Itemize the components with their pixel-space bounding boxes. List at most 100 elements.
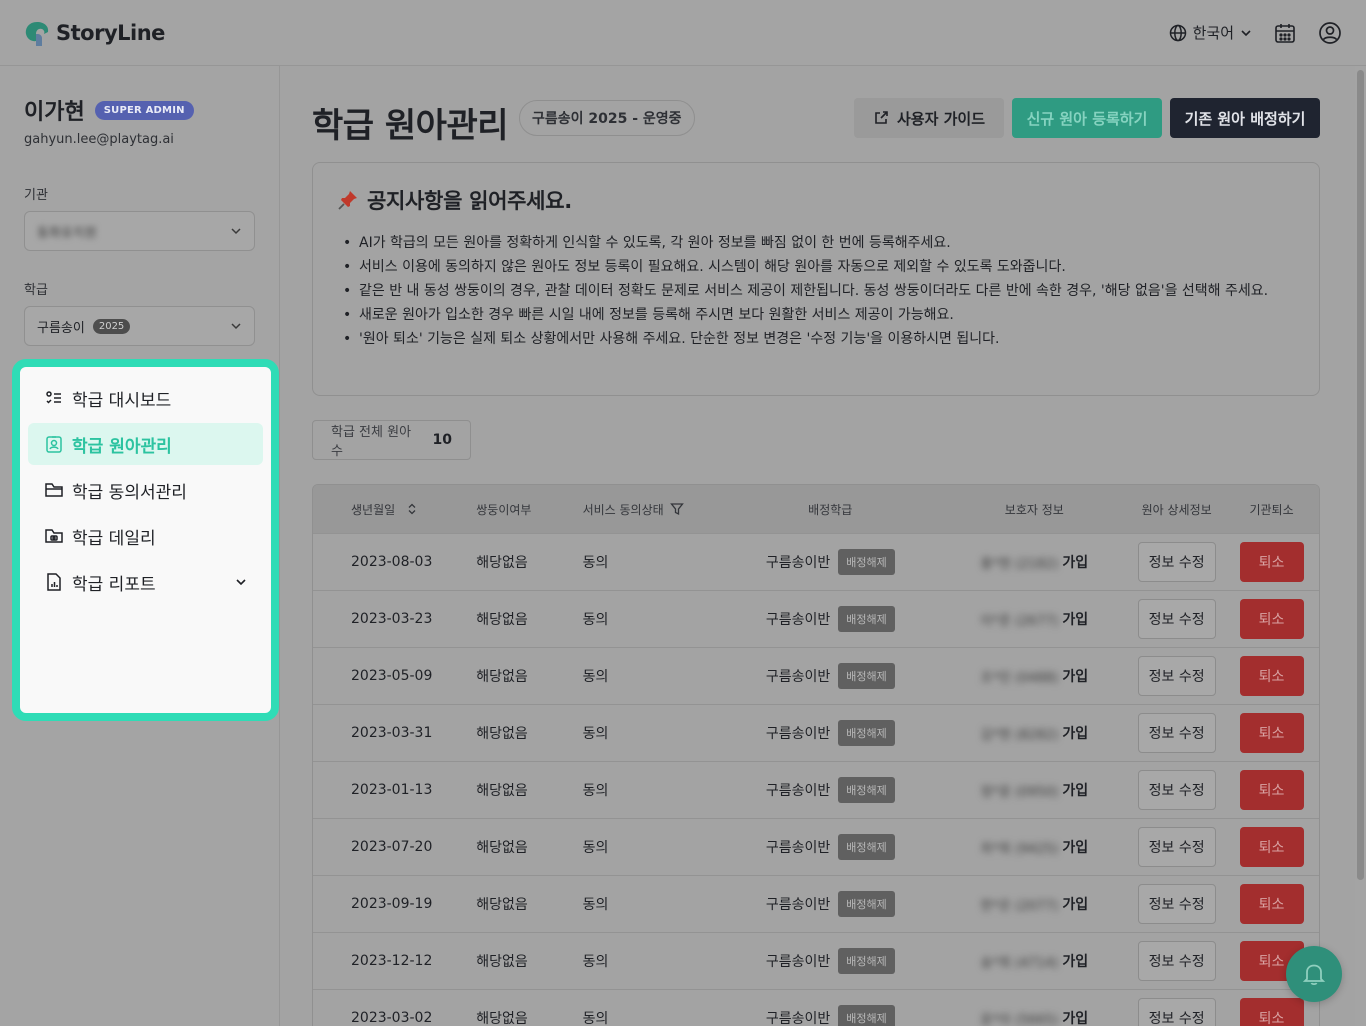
consent-status: 동의 [582, 897, 609, 913]
table-row: 2023-01-13 해당없음 동의 구름송이반 배정해제 정*윤 (0950) 가입 정보 … [313, 761, 1319, 818]
unassign-button[interactable]: 배정해제 [838, 606, 895, 632]
calendar-icon[interactable] [1274, 22, 1296, 44]
unassign-button[interactable]: 배정해제 [838, 1005, 895, 1026]
birth-date-value: 2023-03-31 [351, 725, 433, 741]
header-consent-label: 서비스 동의상태 [582, 502, 664, 517]
unassign-button[interactable]: 배정해제 [838, 663, 895, 689]
notice-title: 공지사항을 읽어주세요. [337, 185, 1295, 215]
edit-info-button[interactable]: 정보 수정 [1137, 827, 1216, 867]
header-birth-label: 생년월일 [351, 502, 396, 517]
withdraw-cell: 퇴소 [1224, 713, 1319, 753]
edit-info-button[interactable]: 정보 수정 [1137, 599, 1216, 639]
filter-icon[interactable] [669, 502, 684, 516]
role-badge: SUPER ADMIN [94, 100, 194, 120]
chevron-down-icon[interactable] [235, 576, 247, 588]
notice-title-text: 공지사항을 읽어주세요. [367, 189, 572, 213]
withdraw-cell: 퇴소 [1224, 884, 1319, 924]
logo[interactable]: StoryLine [24, 20, 165, 46]
register-new-child-button[interactable]: 신규 원아 등록하기 [1012, 98, 1162, 138]
table-row: 2023-12-12 해당없음 동의 구름송이반 배정해제 송*희 (4714) 가입 정보 … [313, 932, 1319, 989]
assigned-class-name: 구름송이반 [765, 555, 831, 571]
unassign-button[interactable]: 배정해제 [838, 777, 895, 803]
top-header: StoryLine 한국어 [0, 0, 1366, 66]
consent-status: 동의 [582, 726, 609, 742]
twin-status: 해당없음 [476, 612, 528, 628]
language-selector[interactable]: 한국어 [1169, 22, 1252, 43]
report-icon [44, 572, 64, 592]
detail-cell: 정보 수정 [1129, 542, 1224, 582]
header-twin: 쌍둥이여부 [476, 502, 532, 517]
guardian-join-status: 가입 [1062, 783, 1089, 799]
birth-date: 2023-07-20 [313, 839, 476, 855]
nav-item-dashboard[interactable]: 학급 대시보드 [28, 377, 263, 419]
bell-icon [1301, 961, 1327, 987]
consent-status: 동의 [582, 669, 609, 685]
twin-status: 해당없음 [476, 840, 528, 856]
withdraw-button[interactable]: 퇴소 [1239, 998, 1304, 1026]
unassign-button[interactable]: 배정해제 [838, 720, 895, 746]
birth-date: 2023-12-12 [313, 953, 476, 969]
unassign-button[interactable]: 배정해제 [838, 834, 895, 860]
user-name: 이가현 [24, 100, 85, 125]
table-row: 2023-09-19 해당없음 동의 구름송이반 배정해제 한*은 (2077) 가입 정보 … [313, 875, 1319, 932]
withdraw-button[interactable]: 퇴소 [1239, 599, 1304, 639]
guardian-join-status: 가입 [1062, 612, 1089, 628]
withdraw-button[interactable]: 퇴소 [1239, 542, 1304, 582]
nav-item-label: 학급 원아관리 [72, 436, 172, 457]
notice-item: 같은 반 내 동성 쌍둥이의 경우, 관찰 데이터 정확도 문제로 서비스 제공… [337, 279, 1295, 303]
scrollbar-thumb[interactable] [1357, 70, 1364, 880]
class-select[interactable]: 구름송이 2025 [24, 306, 255, 346]
edit-info-button[interactable]: 정보 수정 [1137, 656, 1216, 696]
edit-info-button[interactable]: 정보 수정 [1137, 542, 1216, 582]
nav-item-report[interactable]: 학급 리포트 [28, 561, 263, 603]
withdraw-button[interactable]: 퇴소 [1239, 770, 1304, 810]
header-birth[interactable]: 생년월일 [313, 501, 476, 518]
page-title: 학급 원아관리 [312, 106, 509, 146]
birth-date: 2023-08-03 [313, 554, 476, 570]
withdraw-button[interactable]: 퇴소 [1239, 827, 1304, 867]
assign-existing-child-button[interactable]: 기존 원아 배정하기 [1170, 98, 1320, 138]
user-account-icon[interactable] [1318, 21, 1342, 45]
birth-date-value: 2023-12-12 [351, 953, 433, 969]
guardian-join-status: 가입 [1062, 954, 1089, 970]
withdraw-button[interactable]: 퇴소 [1239, 656, 1304, 696]
edit-info-button[interactable]: 정보 수정 [1137, 713, 1216, 753]
user-guide-button[interactable]: 사용자 가이드 [854, 98, 1004, 138]
nav-item-label: 학급 동의서관리 [72, 482, 187, 503]
edit-info-button[interactable]: 정보 수정 [1137, 884, 1216, 924]
guardian-info: 정*윤 (0950) 가입 [939, 780, 1129, 800]
class-label: 학급 [24, 283, 48, 298]
page-scrollbar[interactable] [1355, 66, 1366, 1026]
birth-date-value: 2023-08-03 [351, 554, 433, 570]
header-consent[interactable]: 서비스 동의상태 [583, 501, 722, 518]
notice-panel: 공지사항을 읽어주세요. AI가 학급의 모든 원아를 정확하게 인식할 수 있… [312, 162, 1320, 396]
nav-item-child-management[interactable]: 학급 원아관리 [28, 423, 263, 465]
unassign-button[interactable]: 배정해제 [838, 549, 895, 575]
birth-date: 2023-01-13 [313, 782, 476, 798]
unassign-button[interactable]: 배정해제 [838, 891, 895, 917]
consent-status: 동의 [582, 1011, 609, 1026]
assigned-class-name: 구름송이반 [765, 897, 831, 913]
nav-item-consent[interactable]: 학급 동의서관리 [28, 469, 263, 511]
sort-icon[interactable] [407, 503, 417, 515]
storyline-logo-icon [24, 20, 50, 46]
withdraw-cell: 퇴소 [1224, 998, 1319, 1026]
edit-info-button[interactable]: 정보 수정 [1137, 770, 1216, 810]
notification-button[interactable] [1286, 946, 1342, 1002]
table-body: 2023-08-03 해당없음 동의 구름송이반 배정해제 홍*현 (2182) 가입 정보 … [313, 533, 1319, 1026]
withdraw-cell: 퇴소 [1224, 770, 1319, 810]
assigned-class: 구름송이반 배정해제 [721, 1005, 939, 1026]
guardian-name: 최*희 (9425) [980, 841, 1059, 857]
twin-status: 해당없음 [476, 897, 528, 913]
nav-item-daily[interactable]: 학급 데일리 [28, 515, 263, 557]
edit-info-button[interactable]: 정보 수정 [1137, 941, 1216, 981]
withdraw-button[interactable]: 퇴소 [1239, 884, 1304, 924]
notice-item: '원아 퇴소' 기능은 실제 퇴소 상황에서만 사용해 주세요. 단순한 정보 … [337, 327, 1295, 351]
consent-status: 동의 [582, 783, 609, 799]
folder-icon [44, 480, 64, 500]
withdraw-button[interactable]: 퇴소 [1239, 713, 1304, 753]
unassign-button[interactable]: 배정해제 [838, 948, 895, 974]
institution-select[interactable]: 동화유치원 [24, 211, 255, 251]
class-value: 구름송이 [37, 320, 85, 336]
edit-info-button[interactable]: 정보 수정 [1137, 998, 1216, 1026]
